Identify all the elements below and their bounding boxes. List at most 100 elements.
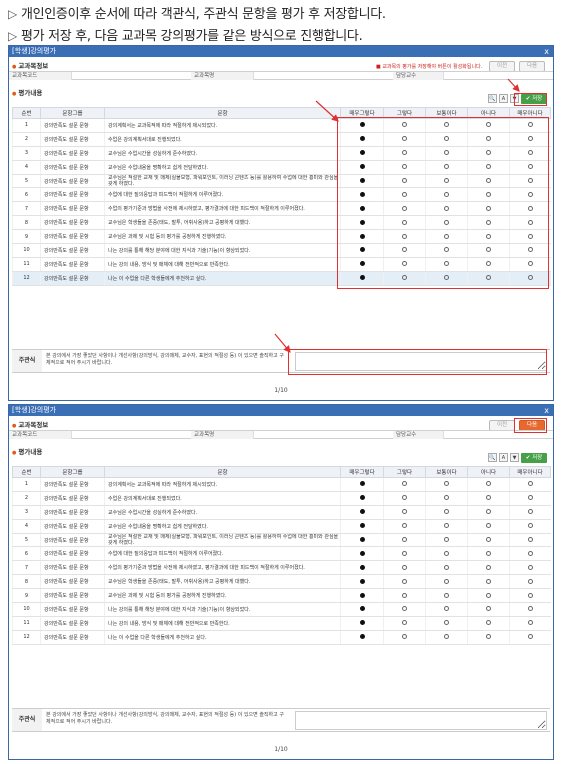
- radio-button[interactable]: [359, 537, 365, 542]
- radio-button[interactable]: [444, 606, 449, 612]
- radio-button[interactable]: [527, 495, 533, 501]
- radio-button[interactable]: [444, 178, 449, 183]
- table-row[interactable]: 12 강의만족도 설문 문항 나는 이 수업을 다른 학생들에게 추천하고 싶다.: [12, 271, 551, 286]
- table-row[interactable]: 6 강의만족도 설문 문항 수업에 대한 질의응답과 피드백이 적절하게 이루어졌다…: [12, 546, 551, 562]
- radio-button[interactable]: [486, 178, 491, 183]
- radio-button[interactable]: [359, 620, 365, 626]
- radio-button[interactable]: [444, 578, 449, 584]
- radio-button[interactable]: [486, 481, 491, 487]
- table-row[interactable]: 4 강의만족도 설문 문항 교수님은 수업내용을 명확하고 쉽게 전달하였다.: [12, 519, 551, 534]
- radio-button[interactable]: [527, 564, 533, 570]
- radio-button[interactable]: [359, 136, 365, 142]
- radio-button[interactable]: [486, 150, 491, 156]
- radio-button[interactable]: [527, 634, 533, 640]
- radio-button[interactable]: [444, 275, 449, 281]
- radio-button[interactable]: [444, 150, 449, 156]
- excel-icon[interactable]: A: [499, 94, 508, 103]
- radio-button[interactable]: [359, 523, 365, 529]
- table-row[interactable]: 9 강의만족도 설문 문항 교수님은 과제 및 시험 등의 평가를 공정하게 진행하…: [12, 588, 551, 604]
- radio-button[interactable]: [486, 275, 491, 281]
- radio-button[interactable]: [359, 205, 365, 211]
- radio-button[interactable]: [359, 178, 365, 183]
- radio-button[interactable]: [359, 275, 365, 281]
- radio-button[interactable]: [527, 150, 533, 156]
- radio-button[interactable]: [402, 275, 407, 281]
- radio-button[interactable]: [486, 233, 491, 239]
- radio-button[interactable]: [444, 620, 449, 626]
- radio-button[interactable]: [444, 592, 449, 598]
- table-row[interactable]: 12 강의만족도 설문 문항 나는 이 수업을 다른 학생들에게 추천하고 싶다.: [12, 630, 551, 645]
- search-icon[interactable]: 🔍: [488, 94, 497, 103]
- table-row[interactable]: 2 강의만족도 설문 문항 수업은 강의계획서대로 진행되었다.: [12, 491, 551, 506]
- table-row[interactable]: 9 강의만족도 설문 문항 교수님은 과제 및 시험 등의 평가를 공정하게 진행하…: [12, 229, 551, 245]
- radio-button[interactable]: [402, 620, 407, 626]
- radio-button[interactable]: [486, 606, 491, 612]
- save-button[interactable]: ✔ 저장: [521, 94, 547, 104]
- radio-button[interactable]: [527, 550, 533, 556]
- table-row[interactable]: 8 강의만족도 설문 문항 교수님은 학생들을 존중(태도, 말투, 어휘사용)하고…: [12, 215, 551, 231]
- radio-button[interactable]: [359, 122, 365, 128]
- radio-button[interactable]: [359, 578, 365, 584]
- radio-button[interactable]: [402, 592, 407, 598]
- table-row[interactable]: 5 강의만족도 설문 문항 교수님은 적절한 교재 및 매체(실물모형, 파워포인트…: [12, 174, 551, 189]
- table-row[interactable]: 4 강의만족도 설문 문항 교수님은 수업내용을 명확하고 쉽게 전달하였다.: [12, 160, 551, 175]
- radio-button[interactable]: [444, 481, 449, 487]
- radio-button[interactable]: [444, 219, 449, 225]
- save-button[interactable]: ✔ 저장: [521, 453, 547, 463]
- radio-button[interactable]: [402, 191, 407, 197]
- radio-button[interactable]: [402, 136, 407, 142]
- radio-button[interactable]: [527, 275, 533, 281]
- radio-button[interactable]: [527, 509, 533, 515]
- radio-button[interactable]: [402, 523, 407, 529]
- radio-button[interactable]: [359, 550, 365, 556]
- radio-button[interactable]: [486, 136, 491, 142]
- radio-button[interactable]: [359, 509, 365, 515]
- radio-button[interactable]: [527, 592, 533, 598]
- table-row[interactable]: 10 강의만족도 설문 문항 나는 강의를 통해 해당 분야에 대한 지식과 기술(…: [12, 243, 551, 258]
- radio-button[interactable]: [486, 509, 491, 515]
- radio-button[interactable]: [359, 150, 365, 156]
- radio-button[interactable]: [402, 578, 407, 584]
- radio-button[interactable]: [402, 233, 407, 239]
- close-icon[interactable]: x: [544, 405, 549, 416]
- radio-button[interactable]: [444, 550, 449, 556]
- subjective-input[interactable]: [295, 711, 547, 730]
- radio-button[interactable]: [359, 233, 365, 239]
- table-row[interactable]: 1 강의만족도 설문 문항 강의계획서는 교과목적에 따라 적절하게 제시되었다.: [12, 118, 551, 133]
- radio-button[interactable]: [444, 191, 449, 197]
- radio-button[interactable]: [402, 205, 407, 211]
- table-row[interactable]: 3 강의만족도 설문 문항 교수님은 수업시간을 성실하게 준수하였다.: [12, 146, 551, 161]
- radio-button[interactable]: [486, 523, 491, 529]
- radio-button[interactable]: [486, 122, 491, 128]
- radio-button[interactable]: [359, 164, 365, 170]
- radio-button[interactable]: [444, 122, 449, 128]
- radio-button[interactable]: [486, 164, 491, 170]
- radio-button[interactable]: [527, 578, 533, 584]
- radio-button[interactable]: [402, 509, 407, 515]
- radio-button[interactable]: [527, 606, 533, 612]
- table-row[interactable]: 5 강의만족도 설문 문항 교수님은 적절한 교재 및 매체(실물모형, 파워포인트…: [12, 533, 551, 548]
- radio-button[interactable]: [444, 205, 449, 211]
- radio-button[interactable]: [444, 537, 449, 542]
- radio-button[interactable]: [402, 564, 407, 570]
- radio-button[interactable]: [527, 191, 533, 197]
- radio-button[interactable]: [527, 219, 533, 225]
- radio-button[interactable]: [444, 495, 449, 501]
- table-row[interactable]: 7 강의만족도 설문 문항 수업의 평가기준과 방법을 사전에 제시하였고, 평가결…: [12, 201, 551, 217]
- radio-button[interactable]: [486, 578, 491, 584]
- radio-button[interactable]: [444, 164, 449, 170]
- radio-button[interactable]: [486, 592, 491, 598]
- radio-button[interactable]: [486, 191, 491, 197]
- radio-button[interactable]: [359, 219, 365, 225]
- radio-button[interactable]: [486, 537, 491, 542]
- radio-button[interactable]: [359, 191, 365, 197]
- radio-button[interactable]: [359, 564, 365, 570]
- table-row[interactable]: 11 강의만족도 설문 문항 나는 강의 내용, 방식 및 매체에 대해 전반적으로…: [12, 616, 551, 631]
- table-row[interactable]: 1 강의만족도 설문 문항 강의계획서는 교과목적에 따라 적절하게 제시되었다.: [12, 477, 551, 492]
- radio-button[interactable]: [486, 550, 491, 556]
- table-row[interactable]: 3 강의만족도 설문 문항 교수님은 수업시간을 성실하게 준수하였다.: [12, 505, 551, 520]
- radio-button[interactable]: [402, 550, 407, 556]
- radio-button[interactable]: [486, 564, 491, 570]
- radio-button[interactable]: [444, 564, 449, 570]
- radio-button[interactable]: [527, 523, 533, 529]
